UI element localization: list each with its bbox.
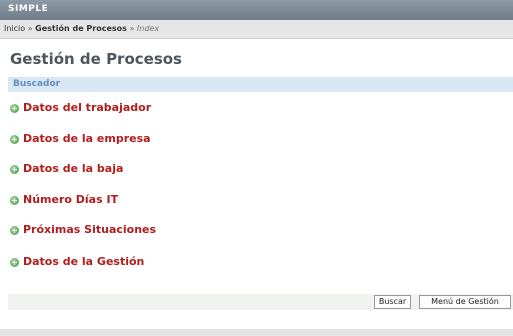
plus-circle-icon <box>10 226 19 235</box>
app-title: SIMPLE <box>8 4 49 14</box>
plus-circle-icon <box>10 196 19 205</box>
section-label: Datos de la Gestión <box>23 255 145 268</box>
page-title: Gestión de Procesos <box>10 50 182 68</box>
plus-circle-icon <box>10 258 19 267</box>
search-panel-label: Buscador <box>13 79 61 89</box>
page-footer <box>0 329 513 336</box>
plus-circle-icon <box>10 135 19 144</box>
section-label: Número Días IT <box>23 193 119 206</box>
app-header: SIMPLE <box>0 0 513 20</box>
breadcrumb: Inicio » Gestión de Procesos » Index <box>4 24 159 33</box>
section-label: Datos de la baja <box>23 162 124 175</box>
breadcrumb-bar: Inicio » Gestión de Procesos » Index <box>0 20 513 39</box>
search-panel-header[interactable]: Buscador <box>8 77 513 92</box>
search-button[interactable]: Buscar <box>374 295 411 309</box>
breadcrumb-current: Index <box>136 24 160 33</box>
section-label: Próximas Situaciones <box>23 223 157 236</box>
section-label: Datos del trabajador <box>23 101 152 114</box>
section-label: Datos de la empresa <box>23 132 151 145</box>
management-menu-button[interactable]: Menú de Gestión <box>419 295 511 309</box>
plus-circle-icon <box>10 104 19 113</box>
breadcrumb-section-link[interactable]: Gestión de Procesos <box>35 24 127 33</box>
plus-circle-icon <box>10 165 19 174</box>
breadcrumb-home-link[interactable]: Inicio <box>4 24 25 33</box>
breadcrumb-separator: » <box>27 24 33 33</box>
breadcrumb-separator: » <box>129 24 135 33</box>
